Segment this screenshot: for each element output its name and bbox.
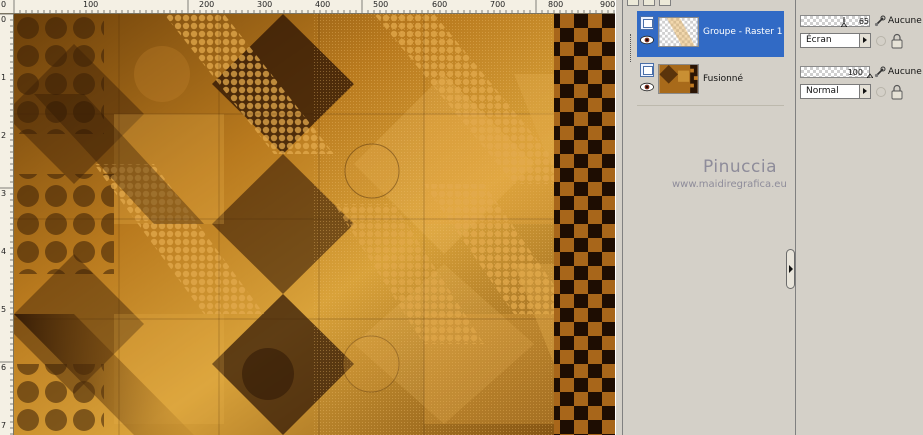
opacity-value: 65: [858, 17, 869, 26]
layers-panel: Groupe - Raster 1 Fusionné: [623, 0, 793, 435]
dropdown-arrow-icon: [859, 85, 870, 98]
ruler-label: 400: [315, 0, 331, 9]
blend-mode-value: Normal: [806, 86, 839, 96]
ruler-label: 0: [1, 15, 7, 24]
dimmed-option-icon: [876, 36, 886, 46]
ruler-horizontal: 0 100 200 300 400 500 600 700 800 900: [0, 0, 615, 14]
blend-mode-value: Écran: [806, 35, 832, 45]
layer-row-fusionne[interactable]: Fusionné: [637, 58, 784, 104]
group-tree-line: [630, 34, 631, 62]
visibility-eye-icon[interactable]: [640, 82, 654, 92]
app-window: 0 100 200 300 400 500 600 700 800 900 0 …: [0, 0, 923, 435]
ruler-label: 200: [199, 0, 215, 9]
ruler-label: 900: [600, 0, 615, 9]
ruler-label: 800: [548, 0, 564, 9]
ruler-label: 500: [373, 0, 389, 9]
mask-label: Aucune: [888, 67, 922, 77]
dropdown-arrow-icon: [859, 34, 870, 47]
panel-collapse-handle[interactable]: [786, 249, 795, 289]
layers-toolbar: [623, 0, 793, 6]
mask-link-icon[interactable]: [874, 15, 886, 27]
layers-toolbar-button[interactable]: [643, 0, 655, 6]
blend-mode-select[interactable]: Écran: [800, 33, 871, 48]
opacity-slider[interactable]: 100: [800, 66, 873, 78]
ruler-label: 300: [257, 0, 273, 9]
mask-label: Aucune: [888, 16, 922, 26]
watermark-url: www.maidiregrafica.eu: [672, 179, 787, 190]
layer-properties-panel: 65 Aucune Écran 100 Aucune Normal: [795, 0, 923, 435]
layers-toolbar-button[interactable]: [627, 0, 639, 6]
ruler-vertical: 0 1 2 3 4 5 6 7: [0, 14, 14, 435]
layer-thumbnail: [658, 64, 699, 94]
ruler-label: 700: [490, 0, 506, 9]
layer-separator: [637, 105, 784, 106]
ruler-label: 3: [1, 189, 7, 198]
lock-icon[interactable]: [888, 84, 906, 100]
layers-toolbar-button[interactable]: [659, 0, 671, 6]
ruler-label: 100: [83, 0, 99, 9]
ruler-label: 7: [1, 421, 7, 430]
ruler-label: 2: [1, 131, 7, 140]
watermark-title: Pinuccia: [703, 157, 777, 177]
canvas-scroll-strip[interactable]: [615, 0, 623, 435]
ruler-label: 1: [1, 73, 7, 82]
ruler-label: 4: [1, 247, 7, 256]
blend-mode-select[interactable]: Normal: [800, 84, 871, 99]
opacity-marker-icon: [867, 73, 873, 78]
ruler-label: 5: [1, 305, 7, 314]
ruler-label: 0: [1, 0, 7, 9]
visibility-eye-icon[interactable]: [640, 35, 654, 45]
ruler-label: 6: [1, 363, 7, 372]
ruler-label: 600: [432, 0, 448, 9]
layer-name: Fusionné: [703, 74, 744, 84]
layer-thumbnail: [658, 17, 699, 47]
opacity-value: 100: [847, 68, 863, 77]
layer-row-groupe-raster-1[interactable]: Groupe - Raster 1: [637, 11, 784, 57]
canvas-artwork: [14, 14, 615, 435]
opacity-slider[interactable]: 65: [800, 15, 870, 27]
raster-layer-icon: [640, 16, 654, 30]
mask-link-icon[interactable]: [874, 66, 886, 78]
layer-name: Groupe - Raster 1: [703, 27, 783, 37]
lock-icon[interactable]: [888, 33, 906, 49]
image-canvas[interactable]: [14, 14, 615, 435]
raster-layer-icon: [640, 63, 654, 77]
chevron-right-icon: [789, 265, 793, 273]
dimmed-option-icon: [876, 87, 886, 97]
